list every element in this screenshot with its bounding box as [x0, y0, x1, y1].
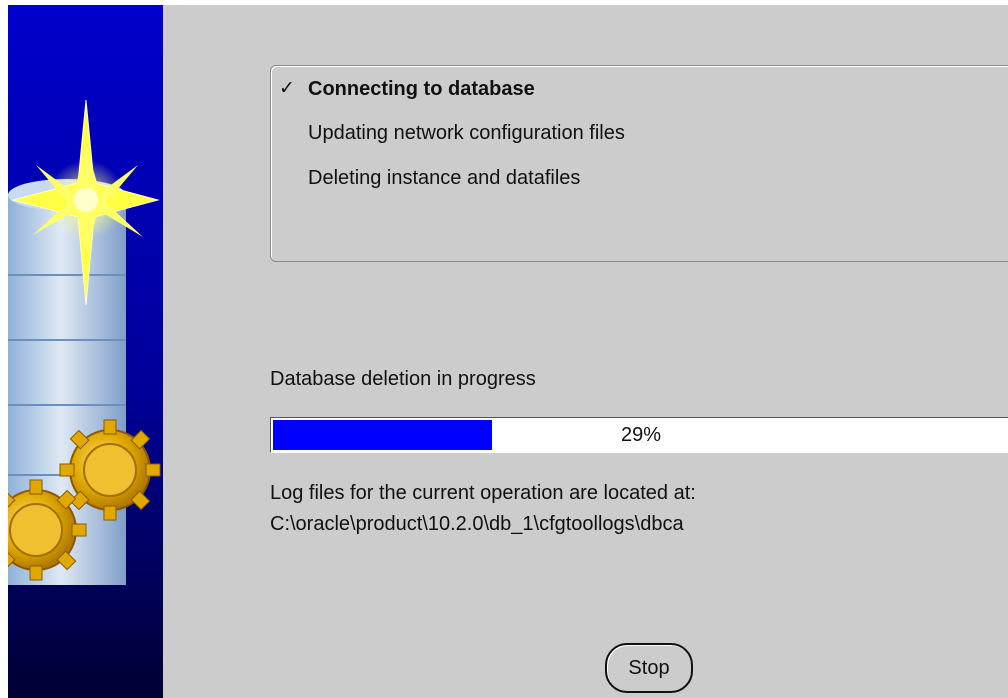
- checkmark-icon: ✓: [279, 78, 295, 99]
- progress-percent-text: 29%: [620, 424, 662, 446]
- side-graphic-panel: [8, 5, 163, 698]
- log-location-label: Log files for the current operation are …: [270, 482, 696, 504]
- progress-bar: 29%: [270, 417, 1008, 453]
- stop-button[interactable]: Stop: [605, 643, 693, 693]
- step-label: Connecting to database: [308, 78, 535, 100]
- side-graphic: [8, 5, 163, 698]
- progress-label: Database deletion in progress: [270, 368, 536, 390]
- steps-list: ✓ Connecting to database Updating networ…: [270, 65, 1008, 262]
- log-location-path: C:\oracle\product\10.2.0\db_1\cfgtoollog…: [270, 513, 684, 535]
- step-label: Updating network configuration files: [308, 122, 625, 144]
- dbca-progress-window: ✓ Connecting to database Updating networ…: [0, 0, 1008, 698]
- step-label: Deleting instance and datafiles: [308, 167, 581, 189]
- window-left-edge: [0, 0, 8, 698]
